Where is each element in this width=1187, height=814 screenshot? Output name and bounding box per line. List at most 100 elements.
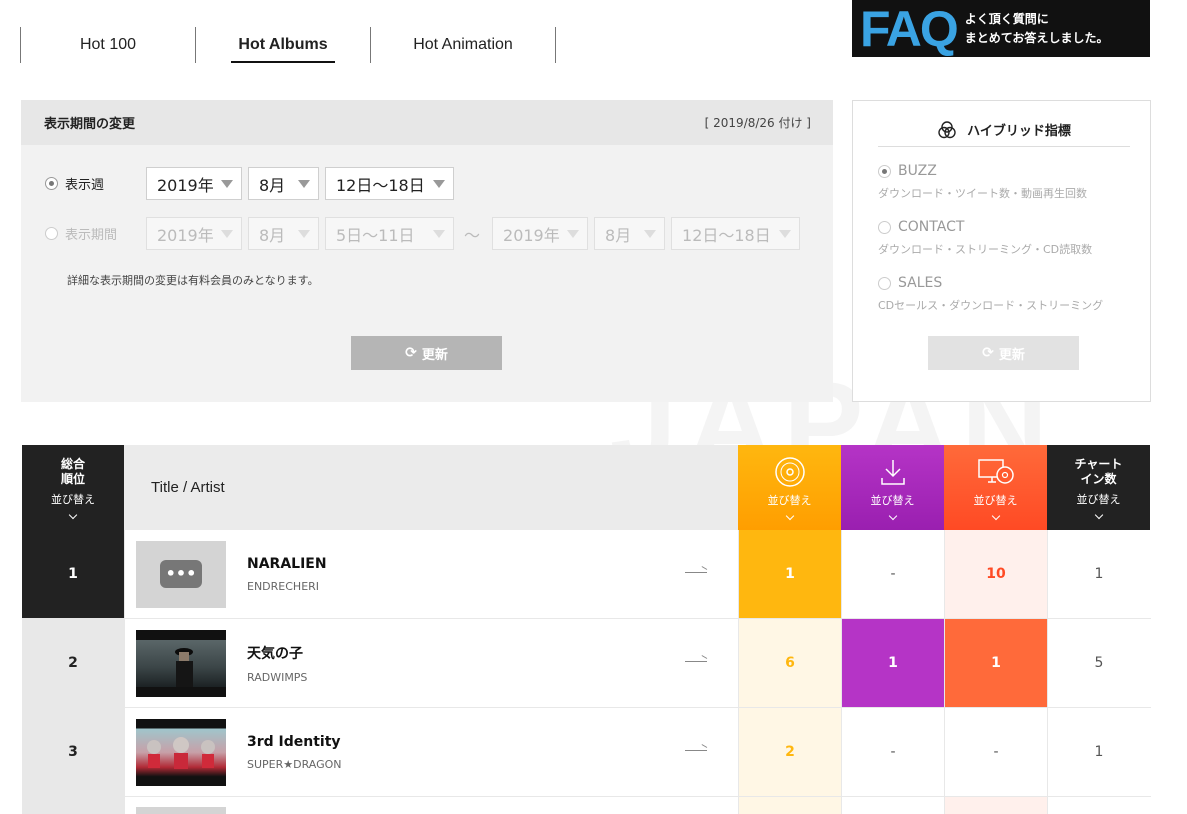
cd-disc-icon bbox=[774, 457, 805, 487]
sort-by-streaming[interactable]: 並び替え bbox=[944, 445, 1047, 530]
from-month-select[interactable]: 8月 bbox=[248, 217, 319, 250]
to-days-select[interactable]: 12日～18日 bbox=[671, 217, 801, 250]
caret-down-icon bbox=[433, 229, 445, 238]
video-thumbnail[interactable] bbox=[136, 629, 226, 697]
table-row[interactable]: 1 ••• NARALIEN ENDRECHERI 1 - 10 1 bbox=[22, 530, 1151, 619]
to-year-select[interactable]: 2019年 bbox=[492, 217, 589, 250]
table-header: 総合 順位 並び替え Title / Artist 並び替え 並び替え 並び替え… bbox=[22, 445, 1151, 530]
chevron-down-icon bbox=[888, 511, 897, 521]
option-name: SALES bbox=[898, 275, 943, 291]
to-month-select[interactable]: 8月 bbox=[594, 217, 666, 250]
radio-unchecked-icon bbox=[878, 276, 891, 290]
select-value: 2019年 bbox=[503, 225, 560, 245]
title-artist-header: Title / Artist bbox=[124, 445, 738, 530]
caret-down-icon bbox=[298, 229, 310, 238]
rank-header-line-1: 総合 bbox=[60, 457, 85, 471]
caret-down-icon bbox=[221, 179, 233, 188]
song-title[interactable]: NARALIEN bbox=[247, 556, 327, 572]
tab-hot-100[interactable]: Hot 100 bbox=[20, 27, 195, 63]
trend-arrow-icon bbox=[685, 750, 707, 751]
member-note: 詳細な表示期間の変更は有料会員のみとなります。 bbox=[67, 274, 319, 287]
week-year-select[interactable]: 2019年 bbox=[146, 167, 242, 200]
video-thumbnail[interactable] bbox=[136, 718, 226, 786]
range-radio[interactable]: 表示期間 bbox=[45, 224, 146, 243]
hybrid-update-button[interactable]: ⟳ 更新 bbox=[928, 336, 1079, 370]
refresh-icon: ⟳ bbox=[405, 345, 417, 361]
sort-by-physical[interactable]: 並び替え bbox=[738, 445, 841, 530]
chart-page: { "tabs":[{"label":"Hot 100"},{"label":"… bbox=[0, 0, 1187, 814]
week-month-select[interactable]: 8月 bbox=[248, 167, 319, 200]
hybrid-header: ハイブリッド指標 bbox=[878, 113, 1130, 147]
tab-label: Hot Animation bbox=[413, 36, 513, 53]
streaming-rank: 1 bbox=[944, 619, 1047, 707]
download-rank: - bbox=[841, 708, 944, 796]
option-desc: ダウンロード・ストリーミング・CD読取数 bbox=[878, 243, 1093, 256]
radio-unchecked-icon bbox=[45, 227, 58, 240]
caret-down-icon bbox=[221, 229, 233, 238]
physical-rank: 1 bbox=[738, 530, 841, 618]
select-value: 2019年 bbox=[157, 225, 214, 245]
rank-cell: 3 bbox=[22, 708, 124, 796]
table-row[interactable] bbox=[22, 797, 1151, 814]
chart-tabs: Hot 100 Hot Albums Hot Animation bbox=[20, 27, 556, 63]
tab-hot-albums[interactable]: Hot Albums bbox=[195, 27, 370, 63]
period-update-button[interactable]: ⟳ 更新 bbox=[351, 336, 502, 370]
title-cell: ••• NARALIEN ENDRECHERI bbox=[124, 530, 738, 618]
song-title[interactable]: 3rd Identity bbox=[247, 734, 342, 750]
rank-header: 総合 順位 bbox=[61, 457, 85, 487]
faq-banner[interactable]: FAQ よく頂く質問に まとめてお答えしました。 bbox=[852, 0, 1150, 57]
week-days-select[interactable]: 12日～18日 bbox=[325, 167, 454, 200]
streaming-rank: - bbox=[944, 708, 1047, 796]
count-header-line-2: イン数 bbox=[1080, 472, 1117, 486]
week-label: 表示週 bbox=[65, 178, 105, 193]
radio-unchecked-icon bbox=[878, 220, 891, 234]
tab-hot-animation[interactable]: Hot Animation bbox=[370, 27, 556, 63]
sort-label: 並び替え bbox=[767, 494, 812, 507]
sort-by-chart-count[interactable]: チャート イン数 並び替え bbox=[1047, 445, 1150, 530]
from-days-select[interactable]: 5日～11日 bbox=[325, 217, 454, 250]
week-radio[interactable]: 表示週 bbox=[45, 174, 146, 193]
chevron-down-icon bbox=[785, 511, 794, 521]
select-value: 5日～11日 bbox=[336, 225, 415, 245]
option-buzz[interactable]: BUZZ ダウンロード・ツイート数・動画再生回数 bbox=[878, 163, 1087, 201]
physical-rank: 6 bbox=[738, 619, 841, 707]
sort-label: 並び替え bbox=[51, 493, 95, 506]
week-row: 表示週 2019年 8月 12日～18日 bbox=[45, 167, 460, 200]
streaming-rank bbox=[944, 797, 1047, 814]
streaming-rank: 10 bbox=[944, 530, 1047, 618]
faq-line-1: よく頂く質問に bbox=[964, 11, 1049, 26]
caret-down-icon bbox=[567, 229, 580, 238]
option-contact[interactable]: CONTACT ダウンロード・ストリーミング・CD読取数 bbox=[878, 219, 1092, 257]
caret-down-icon bbox=[779, 229, 792, 238]
video-thumbnail[interactable]: ••• bbox=[136, 540, 226, 608]
sort-by-rank[interactable]: 総合 順位 並び替え bbox=[22, 445, 124, 530]
faq-title: FAQ bbox=[860, 0, 959, 57]
tab-label: Hot 100 bbox=[79, 36, 137, 53]
song-title[interactable]: 天気の子 bbox=[247, 643, 307, 663]
caret-down-icon bbox=[433, 179, 445, 188]
thumbnail-figures bbox=[147, 736, 215, 769]
table-row[interactable]: 2 天気の子 RADWIMPS 6 1 1 5 bbox=[22, 619, 1151, 708]
title-cell: 3rd Identity SUPER★DRAGON bbox=[124, 708, 738, 796]
select-value: 8月 bbox=[605, 225, 632, 245]
faq-text: よく頂く質問に まとめてお答えしました。 bbox=[965, 10, 1109, 48]
update-label: 更新 bbox=[998, 347, 1025, 363]
sort-label: 並び替え bbox=[1076, 493, 1121, 506]
update-label: 更新 bbox=[421, 347, 448, 363]
chevron-down-icon bbox=[1094, 510, 1103, 520]
artist-name[interactable]: RADWIMPS bbox=[247, 671, 307, 684]
video-unavailable-icon: ••• bbox=[160, 560, 202, 588]
option-desc: ダウンロード・ツイート数・動画再生回数 bbox=[878, 187, 1087, 200]
period-header: 表示期間の変更 [ 2019/8/26 付け ] bbox=[21, 100, 833, 145]
from-year-select[interactable]: 2019年 bbox=[146, 217, 242, 250]
option-sales[interactable]: SALES CDセールス・ダウンロード・ストリーミング bbox=[878, 275, 1103, 313]
video-thumbnail[interactable] bbox=[136, 806, 226, 814]
select-value: 8月 bbox=[259, 175, 286, 195]
artist-name[interactable]: SUPER★DRAGON bbox=[247, 758, 342, 771]
table-row[interactable]: 3 3rd Identity SUPER★DRAGON 2 - - 1 bbox=[22, 708, 1151, 797]
title-info: 3rd Identity SUPER★DRAGON bbox=[247, 734, 342, 771]
select-value: 2019年 bbox=[157, 175, 214, 195]
sort-by-download[interactable]: 並び替え bbox=[841, 445, 944, 530]
artist-name[interactable]: ENDRECHERI bbox=[247, 580, 327, 593]
chevron-down-icon bbox=[991, 511, 1000, 521]
